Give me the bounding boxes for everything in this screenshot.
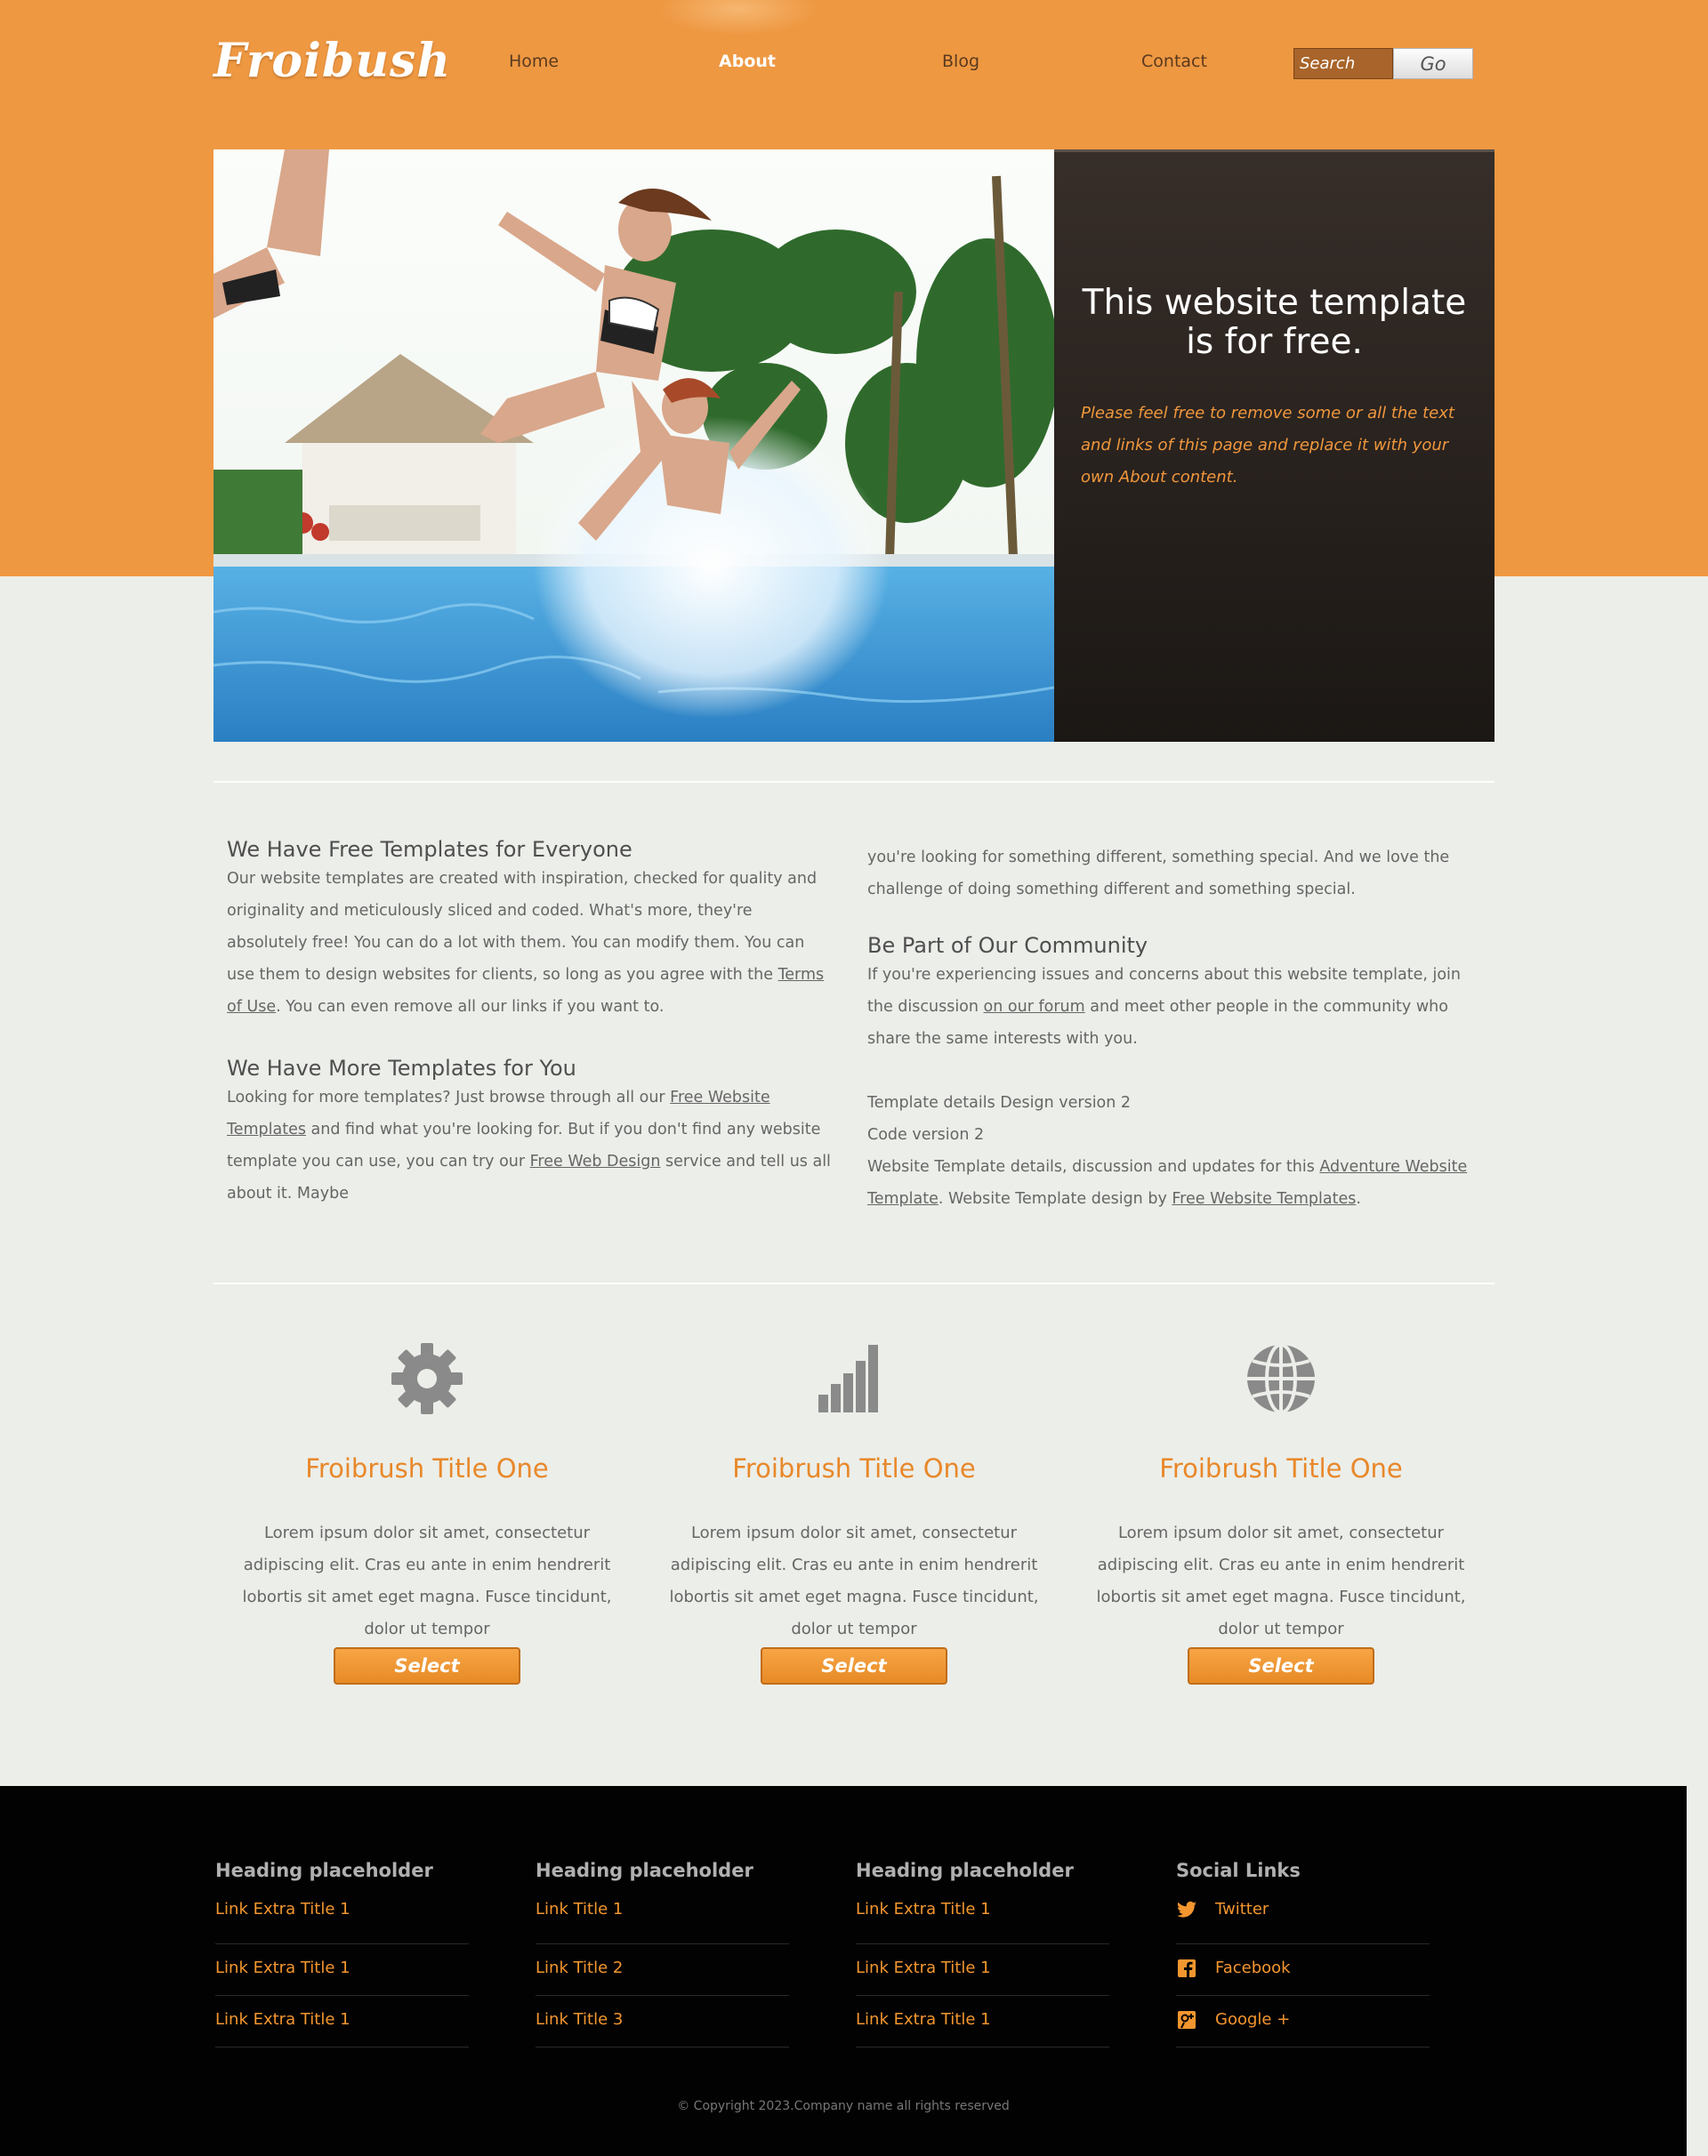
search-input[interactable] [1293, 48, 1393, 79]
hero-photo [214, 149, 1054, 742]
nav-about[interactable]: About [640, 52, 854, 71]
footer-link[interactable]: Link Extra Title 1 [856, 2003, 991, 2037]
hero-title: This website template is for free. [1082, 283, 1467, 362]
facebook-link[interactable]: Facebook [1215, 1951, 1291, 1985]
feature-text: Lorem ipsum dolor sit amet, consectetur … [1096, 1524, 1466, 1638]
google-plus-icon [1176, 2009, 1197, 2031]
footer-heading: Social Links [1176, 1860, 1301, 1881]
footer-heading: Heading placeholder [536, 1860, 753, 1881]
free-web-design-link[interactable]: Free Web Design [530, 1153, 661, 1171]
feature-title: Froibrush Title One [732, 1453, 976, 1484]
template-details-paragraph: Website Template details, discussion and… [867, 1158, 1468, 1208]
select-button[interactable]: Select [761, 1647, 947, 1685]
code-version-line: Code version 2 [867, 1126, 985, 1144]
signal-bars-icon [818, 1343, 890, 1414]
content-right-column: you're looking for something different, … [867, 841, 1472, 1215]
hero-section: This website template is for free. Pleas… [214, 149, 1494, 742]
copyright-text: © Copyright 2023.Company name all rights… [677, 2099, 1010, 2113]
footer-column: Heading placeholder Link Extra Title 1 L… [215, 1857, 469, 2047]
divider [214, 1283, 1494, 1284]
section-paragraph: Looking for more templates? Just browse … [227, 1089, 831, 1203]
select-button[interactable]: Select [334, 1647, 520, 1685]
footer-link[interactable]: Link Extra Title 1 [215, 2003, 350, 2037]
nav-contact[interactable]: Contact [1068, 52, 1281, 71]
section-heading-more-templates: We Have More Templates for You [227, 1056, 576, 1081]
main-nav: Home About Blog Contact [427, 52, 1281, 78]
footer-column: Heading placeholder Link Extra Title 1 L… [856, 1857, 1109, 2047]
footer-link[interactable]: Link Title 3 [536, 2003, 623, 2037]
feature-text: Lorem ipsum dolor sit amet, consectetur … [242, 1524, 612, 1638]
search-go-button[interactable]: Go [1393, 48, 1473, 79]
free-website-templates-link[interactable]: Free Website Templates [1172, 1190, 1356, 1208]
nav-home[interactable]: Home [427, 52, 640, 71]
content-left-column: We Have Free Templates for Everyone Our … [227, 836, 832, 1210]
section-paragraph: you're looking for something different, … [867, 849, 1450, 898]
template-details-line: Template details Design version 2 [867, 1094, 1132, 1112]
feature-title: Froibrush Title One [1159, 1453, 1403, 1484]
footer-column: Heading placeholder Link Title 1 Link Ti… [536, 1857, 789, 2047]
feature-title: Froibrush Title One [305, 1453, 549, 1484]
site-footer: Heading placeholder Link Extra Title 1 L… [0, 1786, 1687, 2156]
forum-link[interactable]: on our forum [984, 998, 1085, 1016]
footer-link[interactable]: Link Extra Title 1 [215, 1951, 350, 1985]
footer-link[interactable]: Link Extra Title 1 [215, 1893, 350, 1927]
facebook-icon [1176, 1958, 1197, 1979]
twitter-icon [1176, 1899, 1197, 1920]
footer-link[interactable]: Link Title 1 [536, 1893, 623, 1927]
section-paragraph: Our website templates are created with i… [227, 870, 825, 1016]
feature-text: Lorem ipsum dolor sit amet, consectetur … [669, 1524, 1039, 1638]
footer-link[interactable]: Link Title 2 [536, 1951, 623, 1985]
google-plus-link[interactable]: Google + [1215, 2003, 1290, 2037]
divider [214, 781, 1494, 783]
nav-blog[interactable]: Blog [854, 52, 1068, 71]
footer-link[interactable]: Link Extra Title 1 [856, 1951, 991, 1985]
hero-text: Please feel free to remove some or all t… [1081, 404, 1454, 487]
footer-social-column: Social Links Twitter Facebook Google + [1176, 1857, 1430, 2047]
gear-icon [391, 1343, 463, 1414]
footer-heading: Heading placeholder [215, 1860, 433, 1881]
twitter-link[interactable]: Twitter [1215, 1893, 1269, 1927]
select-button[interactable]: Select [1188, 1647, 1374, 1685]
features-section: Froibrush Title One Lorem ipsum dolor si… [214, 1343, 1494, 1699]
hero-panel: This website template is for free. Pleas… [1054, 149, 1494, 742]
footer-heading: Heading placeholder [856, 1860, 1074, 1881]
site-logo[interactable]: Froibush [214, 34, 451, 88]
section-heading-free-templates: We Have Free Templates for Everyone [227, 837, 632, 862]
section-heading-community: Be Part of Our Community [867, 933, 1148, 958]
section-paragraph: If you're experiencing issues and concer… [867, 966, 1461, 1048]
globe-icon [1245, 1343, 1317, 1414]
footer-link[interactable]: Link Extra Title 1 [856, 1893, 991, 1927]
site-header: Froibush Home About Blog Contact Go [214, 0, 1494, 133]
